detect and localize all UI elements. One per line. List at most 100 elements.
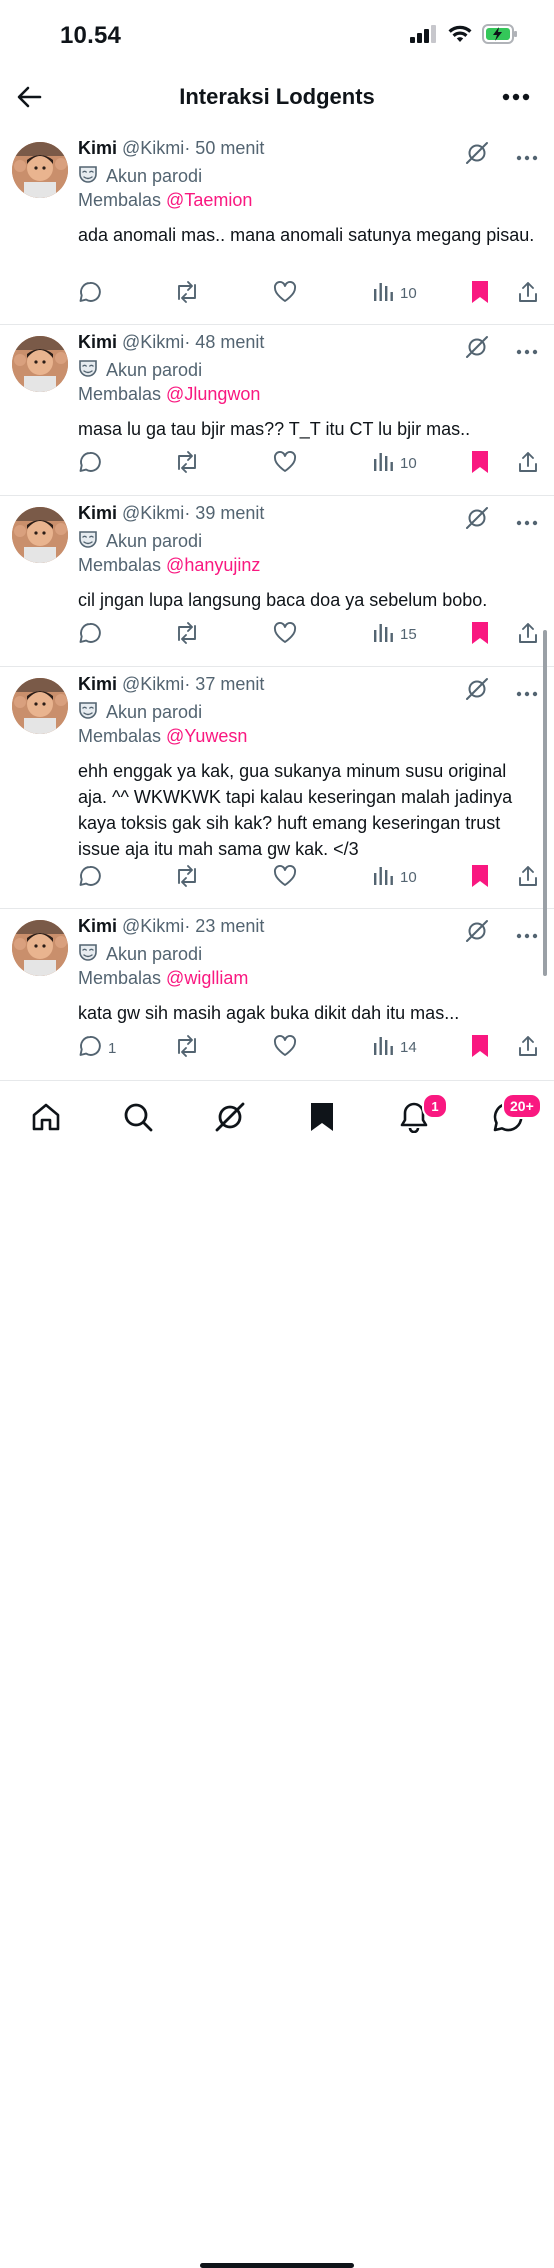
tweet-item[interactable]: Kimi @Kikmi· 48 menit Akun parodi Membal… (0, 324, 554, 496)
grok-icon[interactable] (464, 334, 490, 365)
like-button[interactable] (272, 621, 298, 649)
author-name[interactable]: Kimi (78, 332, 117, 352)
grok-icon[interactable] (464, 918, 490, 949)
views-count: 10 (400, 454, 417, 472)
grok-icon[interactable] (464, 140, 490, 171)
retweet-button[interactable] (174, 450, 200, 478)
share-button[interactable] (516, 280, 540, 308)
views-button[interactable]: 15 (372, 621, 417, 647)
retweet-icon (174, 621, 200, 649)
tweet-header: Kimi @Kikmi· 37 menit (78, 674, 264, 695)
like-button[interactable] (272, 1034, 298, 1062)
parody-badge: Akun parodi (78, 358, 202, 383)
mention-link[interactable]: @Jlungwon (166, 384, 260, 404)
home-icon[interactable] (28, 1099, 64, 1135)
heart-icon (272, 1034, 298, 1062)
bookmark-filled-icon (470, 864, 490, 892)
more-options-icon[interactable] (516, 684, 538, 702)
tweet-item[interactable]: Kimi @Kikmi· 37 menit Akun parodi Membal… (0, 666, 554, 909)
parody-label: Akun parodi (106, 702, 203, 722)
author-name[interactable]: Kimi (78, 138, 117, 158)
replying-to-label: Membalas (78, 968, 162, 988)
views-icon (372, 1034, 394, 1060)
replying-to-label: Membalas (78, 384, 162, 404)
mention-link[interactable]: @wiglliam (166, 968, 248, 988)
share-button[interactable] (516, 864, 540, 892)
author-name[interactable]: Kimi (78, 674, 117, 694)
tweet-text: masa lu ga tau bjir mas?? T_T itu CT lu … (78, 419, 471, 439)
reply-button[interactable]: 1 (78, 1034, 116, 1062)
bookmarks-icon[interactable] (304, 1099, 340, 1135)
tweet-header: Kimi @Kikmi· 48 menit (78, 332, 264, 353)
author-name[interactable]: Kimi (78, 916, 117, 936)
parody-badge: Akun parodi (78, 942, 202, 967)
retweet-button[interactable] (174, 864, 200, 892)
bookmark-button[interactable] (470, 280, 490, 308)
like-button[interactable] (272, 864, 298, 892)
tweet-item[interactable]: Kimi @Kikmi· 23 menit Akun parodi Membal… (0, 908, 554, 1081)
views-button[interactable]: 10 (372, 280, 417, 306)
tweet-time: · 37 menit (184, 674, 265, 694)
share-button[interactable] (516, 621, 540, 649)
retweet-button[interactable] (174, 1034, 200, 1062)
heart-icon (272, 450, 298, 478)
share-icon (516, 621, 540, 649)
retweet-button[interactable] (174, 280, 200, 308)
tweet-item[interactable]: Kimi @Kikmi· 50 menit Akun parodi Membal… (0, 130, 554, 325)
tweet-header: Kimi @Kikmi· 23 menit (78, 916, 264, 937)
tweet-text: kata gw sih masih agak buka dikit dah it… (78, 1003, 460, 1023)
mention-link[interactable]: @hanyujinz (166, 555, 260, 575)
grok-icon[interactable] (464, 505, 490, 536)
avatar[interactable] (12, 920, 68, 976)
messages-badge: 20+ (502, 1093, 542, 1119)
views-button[interactable]: 14 (372, 1034, 417, 1060)
more-options-icon[interactable] (516, 342, 538, 360)
tweet-actions: 1 14 (78, 1034, 542, 1064)
avatar[interactable] (12, 336, 68, 392)
views-count: 14 (400, 1038, 417, 1056)
retweet-button[interactable] (174, 621, 200, 649)
like-button[interactable] (272, 280, 298, 308)
views-button[interactable]: 10 (372, 864, 417, 890)
mention-link[interactable]: @Taemion (166, 190, 252, 210)
reply-icon (78, 280, 102, 308)
more-options-icon[interactable] (516, 926, 538, 944)
like-button[interactable] (272, 450, 298, 478)
reply-count: 1 (108, 1039, 117, 1057)
avatar[interactable] (12, 507, 68, 563)
avatar[interactable] (12, 678, 68, 734)
tweet-text: ehh enggak ya kak, gua sukanya minum sus… (78, 761, 513, 859)
more-options-icon[interactable] (516, 148, 538, 166)
replying-to: Membalas @Yuwesn (78, 726, 247, 747)
parody-badge: Akun parodi (78, 700, 202, 725)
bookmark-button[interactable] (470, 450, 490, 478)
bookmark-button[interactable] (470, 1034, 490, 1062)
share-button[interactable] (516, 450, 540, 478)
avatar[interactable] (12, 142, 68, 198)
reply-button[interactable] (78, 450, 108, 478)
search-icon[interactable] (120, 1099, 156, 1135)
replying-to-label: Membalas (78, 555, 162, 575)
share-button[interactable] (516, 1034, 540, 1062)
author-handle: @Kikmi (122, 674, 185, 694)
more-options-icon[interactable] (502, 88, 530, 106)
reply-button[interactable] (78, 621, 108, 649)
bookmark-button[interactable] (470, 864, 490, 892)
views-button[interactable]: 10 (372, 450, 417, 476)
replying-to-label: Membalas (78, 726, 162, 746)
scrollbar[interactable] (543, 630, 547, 976)
more-options-icon[interactable] (516, 513, 538, 531)
views-icon (372, 280, 394, 306)
tweet-text: ada anomali mas.. mana anomali satunya m… (78, 225, 535, 245)
grok-icon[interactable] (212, 1099, 248, 1135)
bookmark-button[interactable] (470, 621, 490, 649)
mention-link[interactable]: @Yuwesn (166, 726, 247, 746)
parody-mask-icon (78, 164, 98, 189)
grok-icon[interactable] (464, 676, 490, 707)
tweet-time: · 23 menit (184, 916, 265, 936)
reply-button[interactable] (78, 280, 108, 308)
tweet-item[interactable]: Kimi @Kikmi· 39 menit Akun parodi Membal… (0, 495, 554, 667)
home-indicator (200, 2263, 354, 2268)
author-name[interactable]: Kimi (78, 503, 117, 523)
reply-button[interactable] (78, 864, 108, 892)
